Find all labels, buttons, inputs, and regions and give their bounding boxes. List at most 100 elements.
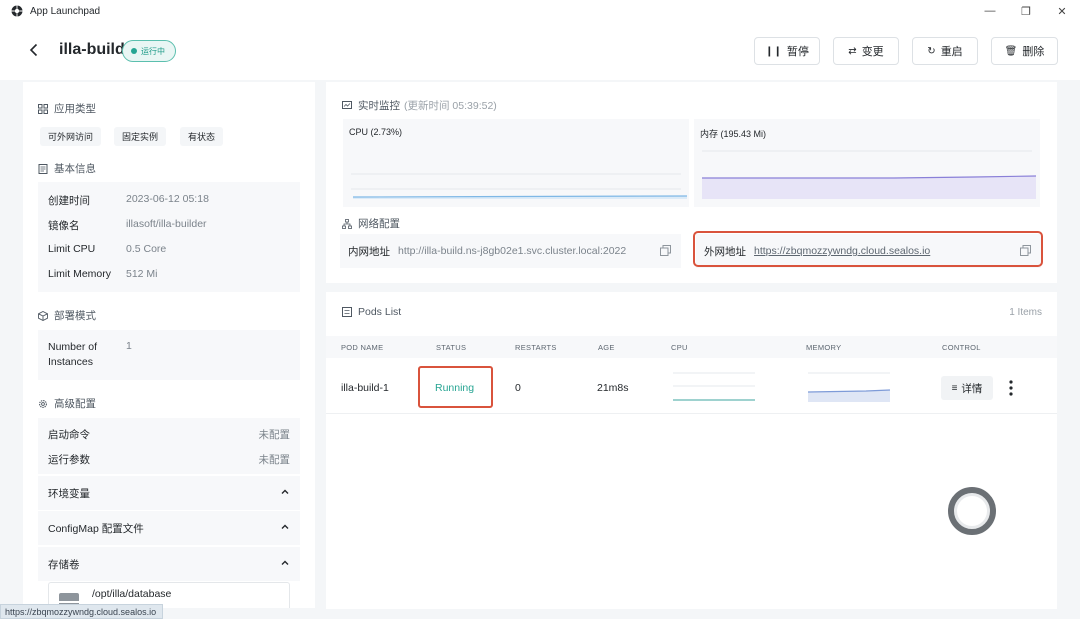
pods-title-label: Pods List [358,306,402,318]
section-deploy-mode: 部署模式 [38,308,96,323]
column-header: RESTARTS [515,343,557,352]
collapse-label: 环境变量 [48,487,90,500]
pause-icon: ❙❙ [765,45,782,57]
info-key: Limit CPU [48,243,96,255]
copy-icon[interactable] [660,245,671,256]
pod-cpu-sparkline [673,372,755,401]
internal-address-value: http://illa-build.ns-j8gb02e1.svc.cluste… [398,245,627,257]
status-dot-icon [131,48,137,54]
pods-panel: Pods List 1 Items POD NAME STATUS RESTAR… [326,292,1057,609]
highlight-external-address [693,231,1043,267]
cpu-chart: CPU (2.73%) [343,119,689,207]
link-preview-statusbar: https://zbqmozzywndg.cloud.sealos.io [0,604,164,619]
info-row-instances: Number of Instances 1 [48,340,290,370]
cube-icon [38,310,48,321]
cpu-chart-graph [351,173,688,199]
section-title: 高级配置 [54,398,96,410]
env-vars-toggle[interactable]: 环境变量 [38,476,300,510]
close-button[interactable]: ✕ [1044,0,1080,22]
status-badge-label: 运行中 [141,46,165,56]
info-row-command: 启动命令 未配置 [48,427,290,442]
list-icon [342,307,352,317]
info-key: 启动命令 [48,429,90,441]
chevron-up-icon [281,489,289,494]
swap-icon: ⇄ [848,45,857,57]
delete-button-label: 删除 [1022,46,1045,58]
pod-memory-sparkline [807,372,891,402]
change-button[interactable]: ⇄ 变更 [833,37,899,65]
window-titlebar: App Launchpad — ❐ ✕ [0,0,1080,22]
minimize-button[interactable]: — [972,0,1008,22]
window-title: App Launchpad [30,5,101,17]
info-row-args: 运行参数 未配置 [48,452,290,467]
pod-age: 21m8s [597,382,629,394]
info-row-created: 创建时间 2023-06-12 05:18 [48,193,290,208]
pod-detail-button[interactable]: ≡ 详情 [941,376,993,400]
network-title: 网络配置 [342,216,400,231]
delete-button[interactable]: 🗑 删除 [991,37,1058,65]
collapse-label: 存储卷 [48,558,80,571]
floating-loading-indicator[interactable] [948,487,996,535]
pod-name: illa-build-1 [341,382,389,394]
maximize-button[interactable]: ❐ [1008,0,1044,22]
info-value: 未配置 [258,454,291,466]
pod-restarts: 0 [515,382,521,394]
column-header: POD NAME [341,343,384,352]
tag-fixed-instance: 固定实例 [114,127,167,146]
info-key: 镜像名 [48,220,80,232]
pods-count: 1 Items [1009,307,1042,318]
network-icon [342,218,352,229]
app-detail-panel: 应用类型 可外网访问 固定实例 有状态 基本信息 创建时间 2023-06-12… [23,82,315,608]
chevron-up-icon [281,524,289,529]
restart-button[interactable]: ↻ 重启 [912,37,978,65]
configmap-toggle[interactable]: ConfigMap 配置文件 [38,511,300,545]
internal-address-label: 内网地址 [348,245,390,258]
info-value: 未配置 [258,429,291,441]
more-options-icon[interactable] [1006,379,1016,397]
column-header: MEMORY [806,343,842,352]
volume-path: /opt/illa/database [92,588,172,600]
internal-address-box: 内网地址 http://illa-build.ns-j8gb02e1.svc.c… [340,234,681,268]
info-value: 1 [126,340,132,352]
page-title: illa-build [59,41,125,58]
app-header: illa-build 运行中 ❙❙ 暂停 ⇄ 变更 ↻ 重启 🗑 删除 [0,22,1080,80]
trash-icon: 🗑 [1004,45,1018,57]
column-header: AGE [598,343,615,352]
section-app-type: 应用类型 [38,101,96,116]
info-row-image: 镜像名 illasoft/illa-builder [48,218,290,233]
info-key: Limit Memory [48,268,112,280]
pods-title: Pods List [342,306,401,318]
column-header: CPU [671,343,688,352]
memory-chart-graph [702,150,1037,199]
pod-detail-label: 详情 [961,382,983,395]
info-value: 512 Mi [126,268,158,280]
grid-icon [38,103,48,114]
back-arrow-icon[interactable] [26,42,42,58]
info-key: 创建时间 [48,195,90,207]
column-header: STATUS [436,343,467,352]
pause-button[interactable]: ❙❙ 暂停 [754,37,820,65]
section-title: 应用类型 [54,103,96,115]
advanced-box: 启动命令 未配置 运行参数 未配置 [38,418,300,474]
info-row-cpu: Limit CPU 0.5 Core [48,243,290,255]
restart-button-label: 重启 [940,46,963,58]
list-lines-icon: ≡ [951,382,958,394]
section-title: 基本信息 [54,163,96,175]
change-button-label: 变更 [861,46,884,58]
monitor-title: 实时监控 (更新时间 05:39:52) [342,98,497,113]
monitor-icon [342,100,352,109]
info-value: 0.5 Core [126,243,167,255]
info-value: 2023-06-12 05:18 [126,193,209,205]
memory-chart: 内存 (195.43 Mi) [694,119,1040,207]
tag-stateful: 有状态 [180,127,224,146]
monitor-updated-time: (更新时间 05:39:52) [404,100,497,112]
section-basic-info: 基本信息 [38,161,96,176]
restart-icon: ↻ [927,45,936,57]
column-header: CONTROL [942,343,981,352]
monitor-title-label: 实时监控 [358,100,400,112]
chevron-up-icon [281,560,289,565]
info-row-memory: Limit Memory 512 Mi [48,268,290,280]
storage-toggle[interactable]: 存储卷 [38,547,300,581]
highlight-running-status [418,366,493,408]
network-title-label: 网络配置 [358,218,400,230]
